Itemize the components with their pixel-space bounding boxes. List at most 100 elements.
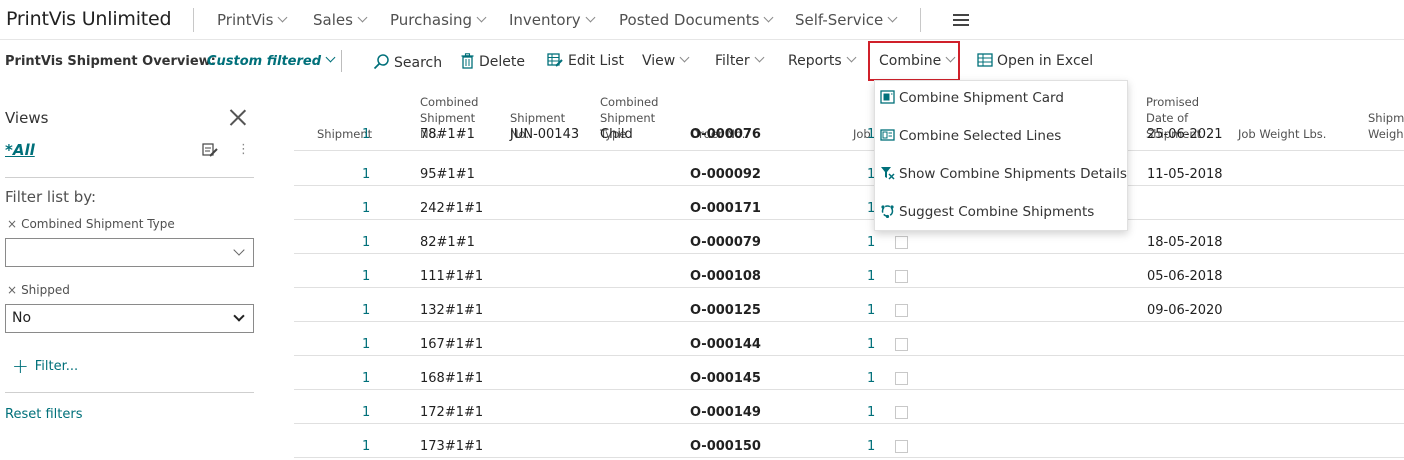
- close-icon[interactable]: [229, 108, 247, 126]
- cell-job[interactable]: 1: [867, 439, 875, 454]
- remove-filter-icon[interactable]: ×: [7, 217, 17, 231]
- cell-shipment[interactable]: 1: [362, 201, 370, 216]
- shipped-checkbox[interactable]: [895, 236, 908, 249]
- more-options-icon[interactable]: ⋮: [237, 142, 250, 157]
- dropdown-value: No: [12, 310, 32, 326]
- edit-view-icon[interactable]: [202, 142, 218, 157]
- cell-shipment[interactable]: 1: [362, 303, 370, 318]
- cell-shipment[interactable]: 1: [362, 337, 370, 352]
- reports-label: Reports: [788, 53, 842, 69]
- search-button[interactable]: Search: [373, 53, 442, 71]
- action-bar: PrintVis Shipment Overview: Custom filte…: [0, 41, 1404, 81]
- shipped-checkbox[interactable]: [895, 270, 908, 283]
- cell-shipment[interactable]: 1: [362, 167, 370, 182]
- filter-state-label: Custom filtered: [207, 54, 322, 69]
- open-in-excel-button[interactable]: Open in Excel: [977, 53, 1093, 69]
- cell-shipment[interactable]: 1: [362, 269, 370, 284]
- table-row[interactable]: 1 172#1#1 O-000149 1: [294, 390, 1404, 424]
- nav-item-label: Posted Documents: [619, 11, 760, 29]
- edit-list-button[interactable]: Edit List: [547, 53, 624, 69]
- chevron-down-icon: [763, 12, 774, 23]
- reports-menu-button[interactable]: Reports: [788, 52, 857, 69]
- cell-shipment[interactable]: 1: [362, 235, 370, 250]
- app-title[interactable]: PrintVis Unlimited: [6, 8, 172, 30]
- chevron-down-icon: [277, 12, 288, 23]
- table-row[interactable]: 1 82#1#1 O-000079 1 18-05-2018: [294, 220, 1404, 254]
- cell-order-no: O-000149: [690, 405, 761, 420]
- table-row[interactable]: 1 95#1#1 O-000092 1 11-05-2018: [294, 152, 1404, 186]
- page-caption: PrintVis Shipment Overview:: [5, 54, 216, 69]
- combined-shipment-type-dropdown[interactable]: [5, 238, 254, 267]
- table-row[interactable]: 1 173#1#1 O-000150 1: [294, 424, 1404, 458]
- cell-combined-shipment-no: 167#1#1: [420, 337, 484, 352]
- suggest-icon: [881, 205, 894, 218]
- reset-filters-link[interactable]: Reset filters: [5, 407, 82, 422]
- view-all-link[interactable]: *All: [5, 141, 35, 159]
- cell-shipment[interactable]: 1: [362, 127, 370, 142]
- filter-label: Filter: [715, 53, 750, 69]
- menu-item-suggest-combine[interactable]: Suggest Combine Shipments: [880, 204, 1094, 228]
- chevron-down-icon: [233, 310, 245, 322]
- combine-dropdown-menu: Combine Shipment Card Combine Selected L…: [874, 80, 1128, 231]
- cell-shipment[interactable]: 1: [362, 405, 370, 420]
- shipped-checkbox[interactable]: [895, 372, 908, 385]
- delete-label: Delete: [479, 54, 525, 70]
- cell-job[interactable]: 1: [867, 269, 875, 284]
- delete-button[interactable]: Delete: [461, 53, 525, 70]
- nav-item-purchasing[interactable]: Purchasing: [390, 11, 487, 29]
- cell-job[interactable]: 1: [867, 371, 875, 386]
- top-navigation: PrintVis Unlimited PrintVis Sales Purcha…: [0, 0, 1404, 40]
- nav-item-label: Purchasing: [390, 11, 473, 29]
- cell-shipment[interactable]: 1: [362, 439, 370, 454]
- edit-list-label: Edit List: [568, 53, 625, 69]
- nav-item-sales[interactable]: Sales: [313, 11, 368, 29]
- cell-combined-shipment-no: 78#1#1: [420, 127, 475, 142]
- action-divider: [341, 50, 342, 72]
- shipped-checkbox[interactable]: [895, 304, 908, 317]
- shipped-dropdown[interactable]: No: [5, 304, 254, 333]
- combine-menu-button[interactable]: Combine: [879, 52, 956, 69]
- open-in-excel-label: Open in Excel: [997, 53, 1094, 69]
- cell-combined-shipment-no: 168#1#1: [420, 371, 484, 386]
- table-row[interactable]: 1 167#1#1 O-000144 1: [294, 322, 1404, 356]
- nav-item-printvis[interactable]: PrintVis: [217, 11, 288, 29]
- table-row[interactable]: 1 111#1#1 O-000108 1 05-06-2018: [294, 254, 1404, 288]
- menu-item-show-combine-details[interactable]: Show Combine Shipments Details: [880, 166, 1127, 190]
- menu-item-combine-shipment-card[interactable]: Combine Shipment Card: [880, 90, 1064, 114]
- cell-order-no: O-000092: [690, 167, 761, 182]
- shipped-checkbox[interactable]: [895, 440, 908, 453]
- cell-job[interactable]: 1: [867, 337, 875, 352]
- excel-icon: [977, 53, 993, 67]
- lines-icon: [880, 129, 895, 141]
- menu-item-label: Show Combine Shipments Details: [899, 166, 1127, 182]
- remove-filter-icon[interactable]: ×: [7, 283, 17, 297]
- view-menu-button[interactable]: View: [642, 52, 690, 69]
- filter-menu-button[interactable]: Filter: [715, 52, 765, 69]
- cell-shipment[interactable]: 1: [362, 371, 370, 386]
- nav-item-posted-documents[interactable]: Posted Documents: [619, 11, 774, 29]
- nav-item-self-service[interactable]: Self-Service: [795, 11, 898, 29]
- table-row[interactable]: 1 132#1#1 O-000125 1 09-06-2020: [294, 288, 1404, 322]
- cell-combined-shipment-type: Child: [600, 127, 633, 142]
- table-row[interactable]: 1 78#1#1 JUN-00143 Child O-000076 1 25-06-2021: [294, 117, 1404, 151]
- add-filter-button[interactable]: + Filter...: [12, 354, 78, 378]
- cell-combined-shipment-no: 172#1#1: [420, 405, 484, 420]
- filter-state-selector[interactable]: Custom filtered: [207, 52, 336, 69]
- chevron-down-icon: [945, 52, 956, 63]
- cell-job[interactable]: 1: [867, 303, 875, 318]
- cell-promised-date: 11-05-2018: [1147, 167, 1223, 182]
- table-row[interactable]: 1 242#1#1 O-000171 1: [294, 186, 1404, 220]
- cell-combined-shipment-no: 82#1#1: [420, 235, 475, 250]
- chevron-down-icon: [357, 12, 368, 23]
- nav-item-inventory[interactable]: Inventory: [509, 11, 596, 29]
- filter-by-label: Filter list by:: [5, 188, 97, 206]
- cell-job[interactable]: 1: [867, 405, 875, 420]
- nav-divider: [920, 8, 921, 32]
- shipped-checkbox[interactable]: [895, 406, 908, 419]
- combine-label: Combine: [879, 53, 942, 69]
- hamburger-menu-icon[interactable]: [953, 14, 969, 26]
- table-row[interactable]: 1 168#1#1 O-000145 1: [294, 356, 1404, 390]
- shipped-checkbox[interactable]: [895, 338, 908, 351]
- cell-job[interactable]: 1: [867, 235, 875, 250]
- menu-item-combine-selected-lines[interactable]: Combine Selected Lines: [880, 128, 1061, 152]
